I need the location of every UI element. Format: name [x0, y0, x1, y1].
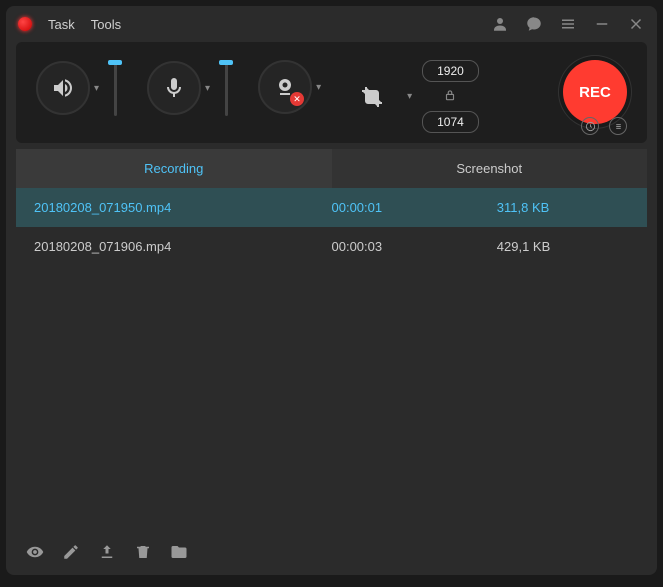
- file-duration: 00:00:01: [332, 200, 497, 215]
- webcam-chevron-icon[interactable]: ▾: [316, 82, 321, 93]
- edit-button[interactable]: [62, 543, 80, 561]
- file-size: 429,1 KB: [497, 239, 629, 254]
- user-icon[interactable]: [491, 15, 509, 33]
- speaker-volume-slider[interactable]: [105, 60, 125, 116]
- file-name: 20180208_071950.mp4: [34, 200, 332, 215]
- preview-button[interactable]: [26, 543, 44, 561]
- titlebar: Task Tools: [6, 6, 657, 42]
- share-button[interactable]: [98, 543, 116, 561]
- footer: [6, 529, 657, 575]
- open-folder-button[interactable]: [170, 543, 188, 561]
- tab-screenshot[interactable]: Screenshot: [332, 149, 648, 188]
- minimize-button[interactable]: [593, 15, 611, 33]
- file-size: 311,8 KB: [497, 200, 629, 215]
- list-item[interactable]: 20180208_071950.mp4 00:00:01 311,8 KB: [16, 188, 647, 227]
- app-icon: [18, 17, 32, 31]
- delete-button[interactable]: [134, 543, 152, 561]
- tabs: Recording Screenshot: [16, 149, 647, 188]
- list-item[interactable]: 20180208_071906.mp4 00:00:03 429,1 KB: [16, 227, 647, 266]
- recording-list: 20180208_071950.mp4 00:00:01 311,8 KB 20…: [16, 188, 647, 529]
- height-input[interactable]: 1074: [422, 111, 479, 133]
- webcam-disabled-icon: ✕: [290, 92, 304, 106]
- crop-chevron-icon[interactable]: ▾: [407, 91, 412, 102]
- close-button[interactable]: [627, 15, 645, 33]
- menu-tools[interactable]: Tools: [91, 17, 121, 32]
- microphone-chevron-icon[interactable]: ▾: [205, 83, 210, 94]
- chat-icon[interactable]: [525, 15, 543, 33]
- file-name: 20180208_071906.mp4: [34, 239, 332, 254]
- schedule-icon[interactable]: [581, 117, 599, 135]
- crop-button[interactable]: [349, 74, 395, 120]
- tab-recording[interactable]: Recording: [16, 149, 332, 188]
- settings-list-icon[interactable]: [609, 117, 627, 135]
- toolbar: ▾ ▾ ✕ ▾ ▾ 1920: [16, 42, 647, 143]
- file-duration: 00:00:03: [332, 239, 497, 254]
- record-button[interactable]: REC: [563, 60, 627, 124]
- speaker-chevron-icon[interactable]: ▾: [94, 83, 99, 94]
- menu-task[interactable]: Task: [48, 17, 75, 32]
- microphone-volume-slider[interactable]: [216, 60, 236, 116]
- lock-aspect-icon[interactable]: [443, 88, 457, 105]
- speaker-button[interactable]: [36, 61, 90, 115]
- width-input[interactable]: 1920: [422, 60, 479, 82]
- menu-icon[interactable]: [559, 15, 577, 33]
- webcam-button[interactable]: ✕: [258, 60, 312, 114]
- microphone-button[interactable]: [147, 61, 201, 115]
